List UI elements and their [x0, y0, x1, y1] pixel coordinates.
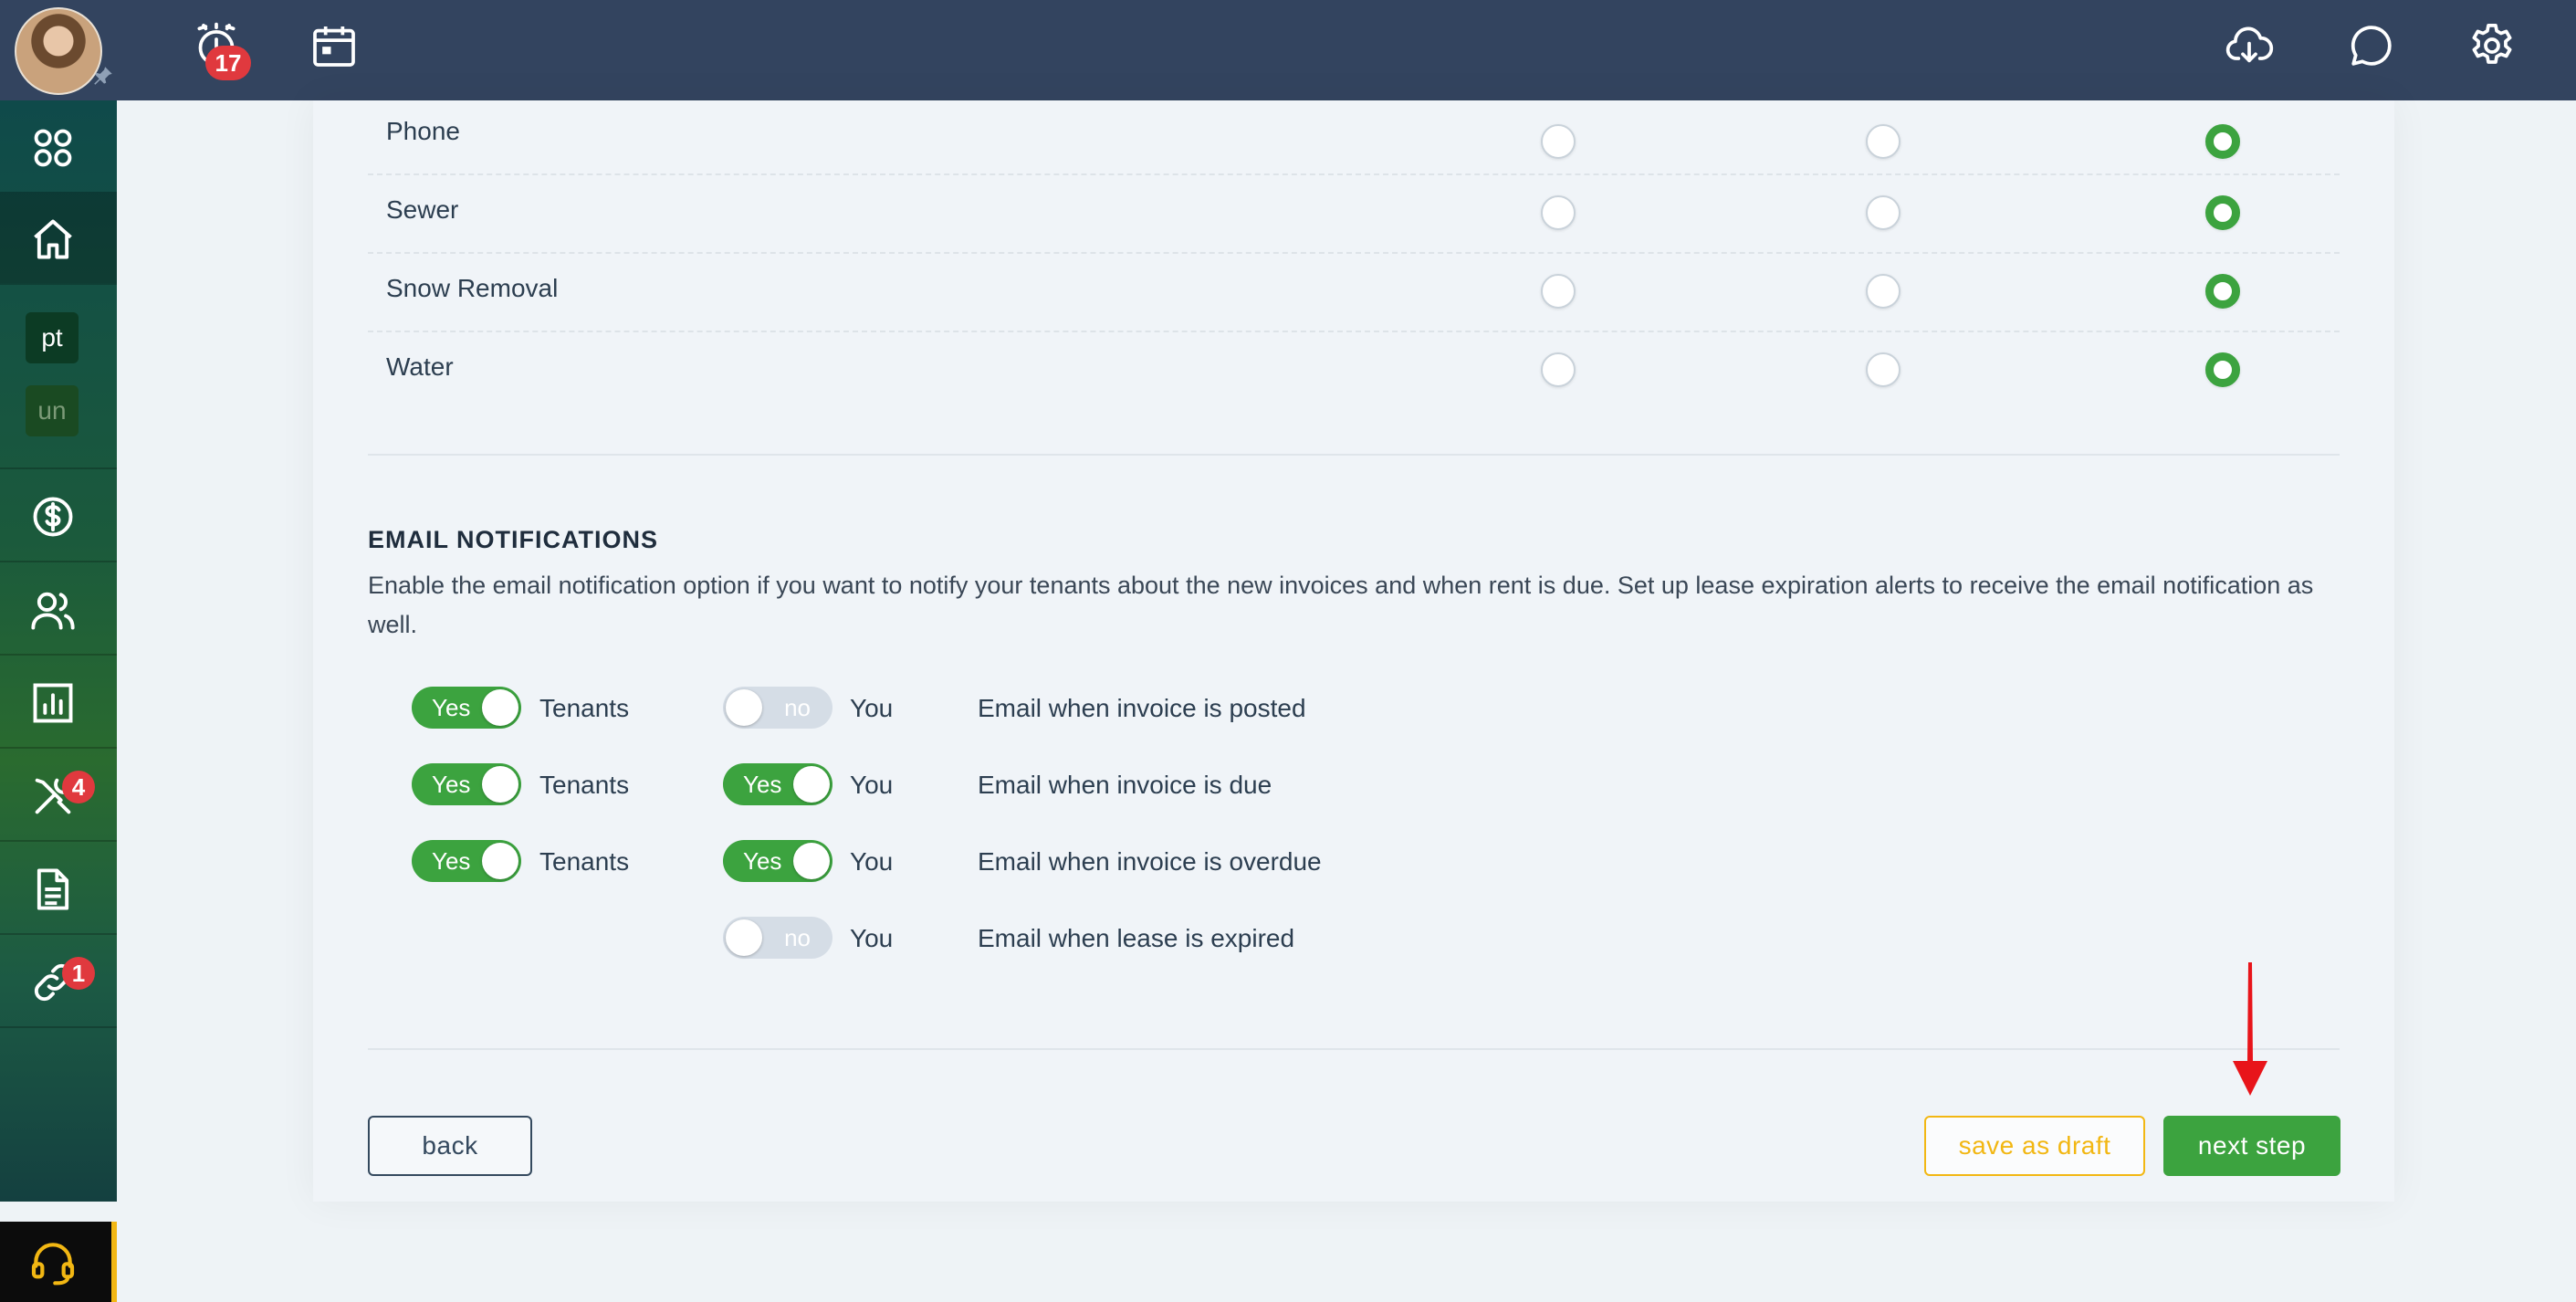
utility-option-1-radio[interactable]: [1541, 124, 1576, 159]
sidebar-item-home[interactable]: [0, 192, 117, 283]
tenants-label: Tenants: [539, 694, 630, 722]
sidebar-tag-pt[interactable]: pt: [26, 312, 79, 363]
bar-chart-icon: [33, 683, 73, 723]
sidebar: pt un 4 1: [0, 100, 117, 1302]
you-label: You: [850, 694, 894, 722]
settings-gear-icon[interactable]: [2466, 20, 2518, 71]
annotation-arrow-icon: [2233, 962, 2267, 1096]
headset-icon: [31, 1243, 75, 1286]
sidebar-tag-un[interactable]: un: [26, 385, 79, 436]
utility-label: Snow Removal: [386, 274, 559, 302]
dollar-circle-icon: [33, 497, 73, 537]
utility-option-3-radio[interactable]: [2205, 195, 2240, 230]
calendar-icon[interactable]: [309, 20, 360, 71]
utility-option-1-radio[interactable]: [1541, 195, 1576, 230]
sidebar-item-reports[interactable]: [0, 656, 117, 747]
toggle-no-label: no: [784, 924, 811, 951]
utility-row: Phone: [368, 95, 2340, 175]
chat-icon[interactable]: [2346, 20, 2397, 71]
sidebar-item-maintenance[interactable]: 4: [0, 749, 117, 840]
toggle-no-label: no: [784, 694, 811, 721]
utility-option-2-radio[interactable]: [1866, 124, 1901, 159]
toggle-yes-label: Yes: [432, 771, 471, 798]
users-icon: [31, 592, 75, 630]
sidebar-item-people[interactable]: [0, 562, 117, 654]
utility-label: Sewer: [386, 195, 459, 224]
links-badge: 1: [62, 957, 95, 990]
utility-option-2-radio[interactable]: [1866, 274, 1901, 309]
toggle-yes-label: Yes: [743, 847, 782, 875]
notification-description: Email when invoice is posted: [978, 694, 1306, 722]
utility-label: Phone: [386, 117, 460, 145]
toggle-yes-label: Yes: [432, 694, 471, 721]
tenants-invoice-overdue-toggle[interactable]: Yes: [412, 840, 521, 882]
cloud-download-icon[interactable]: [2224, 20, 2275, 71]
footer-divider: [368, 1048, 2340, 1050]
tenants-label: Tenants: [539, 847, 630, 876]
utility-option-3-radio[interactable]: [2205, 124, 2240, 159]
you-invoice-overdue-toggle[interactable]: Yes: [723, 840, 832, 882]
you-label: You: [850, 924, 894, 952]
notification-description: Email when lease is expired: [978, 924, 1295, 952]
sidebar-item-documents[interactable]: [0, 842, 117, 933]
apps-grid-icon: [34, 129, 72, 167]
utility-label: Water: [386, 352, 454, 381]
utility-option-1-radio[interactable]: [1541, 352, 1576, 387]
utility-option-3-radio[interactable]: [2205, 274, 2240, 309]
maintenance-badge: 4: [62, 771, 95, 803]
lease-setup-card: Phone Sewer Snow Removal Water EMAIL NOT…: [313, 100, 2394, 1202]
you-label: You: [850, 771, 894, 799]
top-bar: 17: [0, 0, 2576, 100]
utility-row: Sewer: [368, 173, 2340, 254]
next-step-button[interactable]: next step: [2163, 1116, 2340, 1176]
save-as-draft-button[interactable]: save as draft: [1924, 1116, 2145, 1176]
you-lease-expired-toggle[interactable]: no: [723, 917, 832, 959]
back-button[interactable]: back: [368, 1116, 532, 1176]
pin-icon[interactable]: [91, 64, 115, 88]
you-label: You: [850, 847, 894, 876]
section-divider: [368, 454, 2340, 456]
sidebar-item-accounting[interactable]: [0, 469, 117, 561]
utility-option-2-radio[interactable]: [1866, 195, 1901, 230]
email-notifications-title: EMAIL NOTIFICATIONS: [368, 526, 658, 553]
tenants-label: Tenants: [539, 771, 630, 799]
document-icon: [37, 868, 69, 910]
sidebar-item-links[interactable]: 1: [0, 935, 117, 1026]
utility-option-1-radio[interactable]: [1541, 274, 1576, 309]
toggle-yes-label: Yes: [432, 847, 471, 875]
user-avatar[interactable]: [15, 7, 102, 95]
alarm-badge: 17: [205, 46, 251, 80]
you-invoice-posted-toggle[interactable]: no: [723, 687, 832, 729]
email-notifications-description: Enable the email notification option if …: [368, 572, 2314, 638]
sidebar-item-apps[interactable]: [0, 100, 117, 192]
notification-description: Email when invoice is overdue: [978, 847, 1322, 876]
utility-option-2-radio[interactable]: [1866, 352, 1901, 387]
notification-description: Email when invoice is due: [978, 771, 1272, 799]
utility-option-3-radio[interactable]: [2205, 352, 2240, 387]
utility-row: Water: [368, 331, 2340, 409]
support-button[interactable]: [0, 1222, 117, 1302]
tenants-invoice-due-toggle[interactable]: Yes: [412, 763, 521, 805]
you-invoice-due-toggle[interactable]: Yes: [723, 763, 832, 805]
alarm-button[interactable]: 17: [187, 20, 260, 84]
utility-row: Snow Removal: [368, 252, 2340, 332]
home-icon: [34, 219, 72, 259]
toggle-yes-label: Yes: [743, 771, 782, 798]
tenants-invoice-posted-toggle[interactable]: Yes: [412, 687, 521, 729]
